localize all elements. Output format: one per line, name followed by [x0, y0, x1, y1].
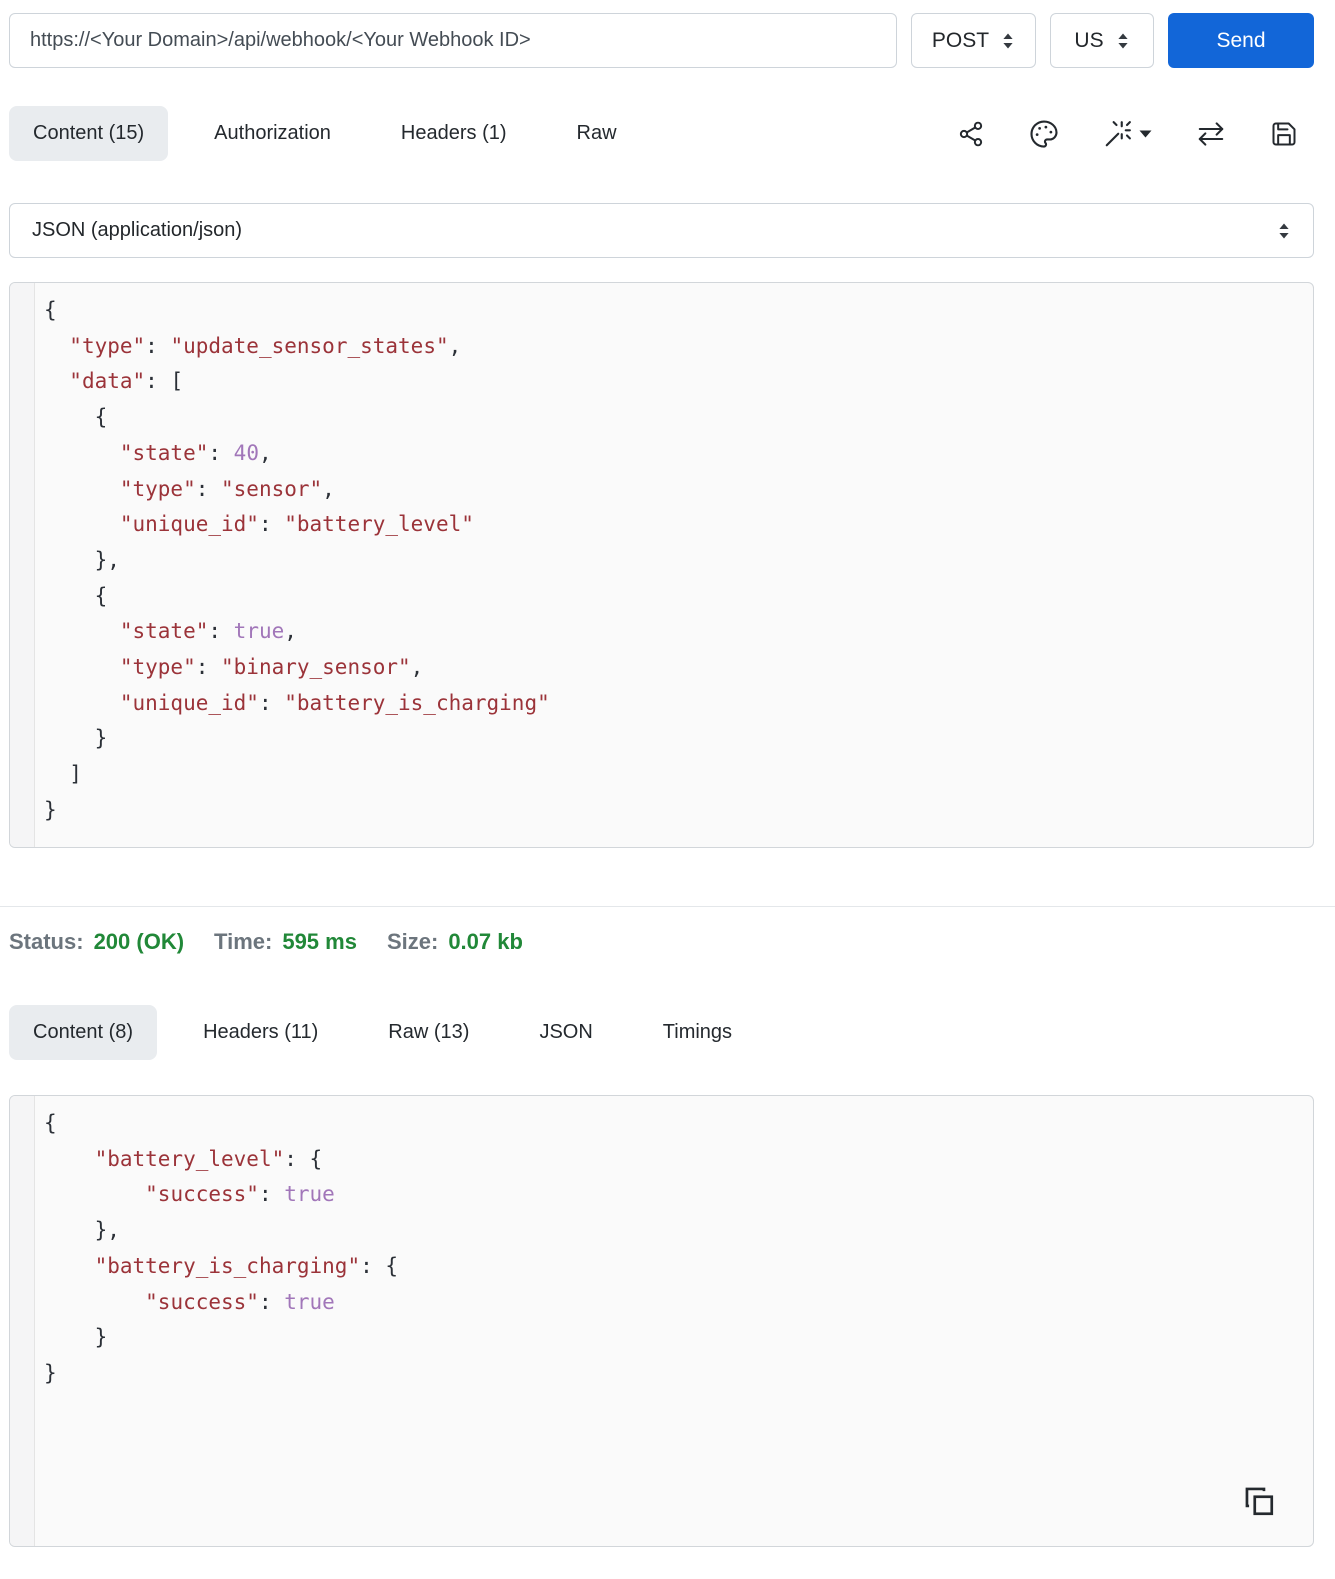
status-bar: Status: 200 (OK) Time: 595 ms Size: 0.07… — [9, 929, 1314, 955]
viewer-gutter — [10, 1096, 35, 1546]
magic-wand-icon — [1105, 120, 1131, 146]
response-body-viewer: { "battery_level": { "success": true }, … — [9, 1095, 1314, 1547]
unfold-arrows-icon — [1279, 223, 1289, 238]
request-tabs: Content (15) Authorization Headers (1) R… — [9, 106, 641, 161]
content-type-select[interactable]: JSON (application/json) — [9, 203, 1314, 258]
size-label: Size: — [386, 929, 439, 954]
request-body-code[interactable]: { "type": "update_sensor_states", "data"… — [35, 283, 1313, 847]
response-body-code[interactable]: { "battery_level": { "success": true }, … — [35, 1096, 1313, 1546]
response-tabs-row: Content (8) Headers (11) Raw (13) JSON T… — [9, 1005, 1314, 1060]
region-select-value: US — [1074, 28, 1104, 52]
swap-arrows-icon — [1198, 121, 1224, 146]
unfold-arrows-icon — [1117, 33, 1128, 48]
method-select-value: POST — [931, 28, 990, 52]
copy-icon — [1245, 1487, 1274, 1516]
status-value: 200 (OK) — [93, 929, 185, 954]
swap-request-response-button[interactable] — [1196, 119, 1226, 149]
save-button[interactable] — [1270, 120, 1298, 148]
request-url-row: POST US Send — [9, 13, 1314, 68]
time-value: 595 ms — [282, 929, 357, 954]
send-button[interactable]: Send — [1168, 13, 1314, 68]
tab-response-json[interactable]: JSON — [515, 1005, 616, 1060]
method-select[interactable]: POST — [911, 13, 1036, 68]
tab-headers[interactable]: Headers (1) — [377, 106, 531, 161]
size-value: 0.07 kb — [448, 929, 523, 954]
request-toolbar — [957, 119, 1314, 149]
tab-response-timings[interactable]: Timings — [639, 1005, 756, 1060]
time-label: Time: — [214, 929, 273, 954]
theme-button[interactable] — [1029, 119, 1059, 149]
editor-gutter — [10, 283, 35, 847]
share-button[interactable] — [957, 120, 985, 148]
palette-icon — [1030, 119, 1058, 148]
api-client-window: POST US Send Content (15) Authorization … — [0, 0, 1335, 1565]
response-tabs: Content (8) Headers (11) Raw (13) JSON T… — [9, 1005, 756, 1060]
region-select[interactable]: US — [1050, 13, 1154, 68]
tab-response-raw[interactable]: Raw (13) — [364, 1005, 493, 1060]
status-divider — [0, 906, 1335, 907]
request-tabs-row: Content (15) Authorization Headers (1) R… — [9, 106, 1314, 161]
url-input[interactable] — [9, 13, 897, 68]
status-label: Status: — [9, 929, 84, 954]
content-type-value: JSON (application/json) — [32, 219, 243, 241]
share-icon — [959, 121, 983, 146]
status-group: Status: 200 (OK) — [9, 929, 184, 955]
magic-actions-dropdown[interactable] — [1103, 119, 1152, 149]
caret-down-icon — [1139, 130, 1152, 137]
request-body-editor: { "type": "update_sensor_states", "data"… — [9, 282, 1314, 848]
tab-content[interactable]: Content (15) — [9, 106, 169, 161]
time-group: Time: 595 ms — [214, 929, 357, 955]
tab-response-content[interactable]: Content (8) — [9, 1005, 158, 1060]
size-group: Size: 0.07 kb — [387, 929, 523, 955]
tab-authorization[interactable]: Authorization — [190, 106, 355, 161]
unfold-arrows-icon — [1003, 33, 1013, 48]
save-icon — [1272, 122, 1296, 145]
tab-raw[interactable]: Raw — [553, 106, 641, 161]
copy-response-button[interactable] — [1241, 1484, 1277, 1520]
tab-response-headers[interactable]: Headers (11) — [179, 1005, 342, 1060]
